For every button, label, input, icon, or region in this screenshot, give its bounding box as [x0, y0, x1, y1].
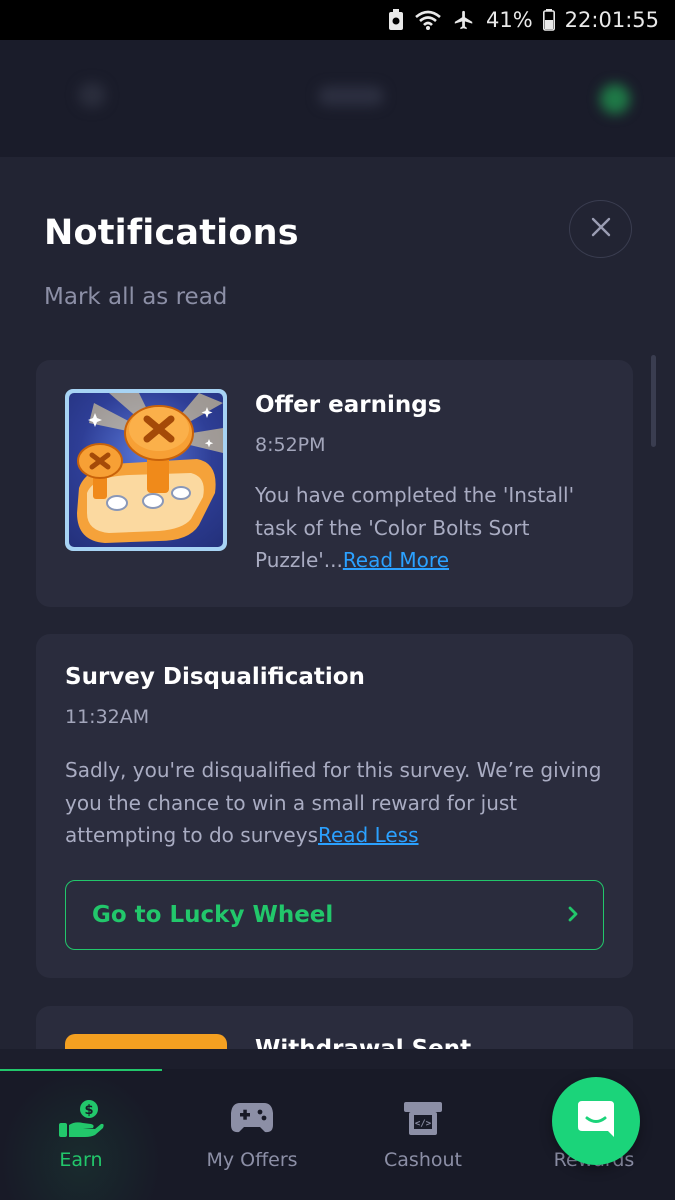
- nav-item-cashout[interactable]: </> Cashout: [338, 1069, 508, 1200]
- notification-card[interactable]: Offer earnings 8:52PM You have completed…: [36, 360, 633, 607]
- app-header-background: [0, 40, 675, 158]
- offer-thumbnail: [65, 389, 227, 551]
- sheet-title: Notifications: [44, 213, 299, 253]
- lucky-wheel-label: Go to Lucky Wheel: [92, 902, 334, 928]
- support-chat-button[interactable]: [552, 1077, 640, 1165]
- notification-card[interactable]: Survey Disqualification 11:32AM Sadly, y…: [36, 634, 633, 978]
- notification-body: You have completed the 'Install' task of…: [255, 479, 615, 577]
- chat-icon: [574, 1097, 618, 1145]
- svg-text:$: $: [84, 1103, 93, 1118]
- cashout-icon: </>: [402, 1099, 444, 1141]
- airplane-mode-icon: [452, 9, 476, 31]
- notification-title: Survey Disqualification: [65, 664, 365, 690]
- color-bolts-sort-puzzle-icon: [77, 393, 223, 543]
- close-button[interactable]: [569, 200, 632, 258]
- notification-title: Withdrawal Sent: [255, 1036, 472, 1049]
- status-bar: 41% 22:01:55: [0, 0, 675, 40]
- nav-item-my-offers[interactable]: My Offers: [167, 1069, 337, 1200]
- money-hand-icon: $: [57, 1099, 105, 1143]
- close-icon: [590, 216, 612, 242]
- lucky-wheel-button[interactable]: Go to Lucky Wheel: [65, 880, 604, 950]
- gamepad-icon: [230, 1099, 274, 1139]
- nav-label: Earn: [59, 1149, 103, 1171]
- read-more-link[interactable]: Read More: [343, 548, 449, 572]
- notification-card[interactable]: Withdrawal Sent: [36, 1006, 633, 1049]
- notification-body: Sadly, you're disqualified for this surv…: [65, 754, 605, 852]
- notification-time: 8:52PM: [255, 434, 326, 456]
- battery-saver-icon: [388, 9, 404, 31]
- battery-percent: 41%: [485, 8, 533, 32]
- nav-item-earn[interactable]: $ Earn: [0, 1069, 166, 1200]
- read-less-link[interactable]: Read Less: [318, 823, 419, 847]
- chevron-right-icon: [567, 905, 579, 927]
- scrollbar[interactable]: [651, 355, 656, 447]
- battery-icon: [542, 9, 555, 31]
- nav-label: My Offers: [206, 1149, 298, 1171]
- nav-label: Cashout: [384, 1149, 462, 1171]
- wifi-icon: [414, 9, 442, 31]
- svg-text:</>: </>: [415, 1119, 432, 1129]
- notification-title: Offer earnings: [255, 392, 442, 418]
- notifications-sheet: Notifications Mark all as read Offer ear…: [0, 157, 675, 1049]
- notification-time: 11:32AM: [65, 706, 150, 728]
- withdrawal-thumbnail: [65, 1034, 227, 1049]
- clock: 22:01:55: [564, 8, 659, 32]
- mark-all-read-button[interactable]: Mark all as read: [44, 284, 227, 310]
